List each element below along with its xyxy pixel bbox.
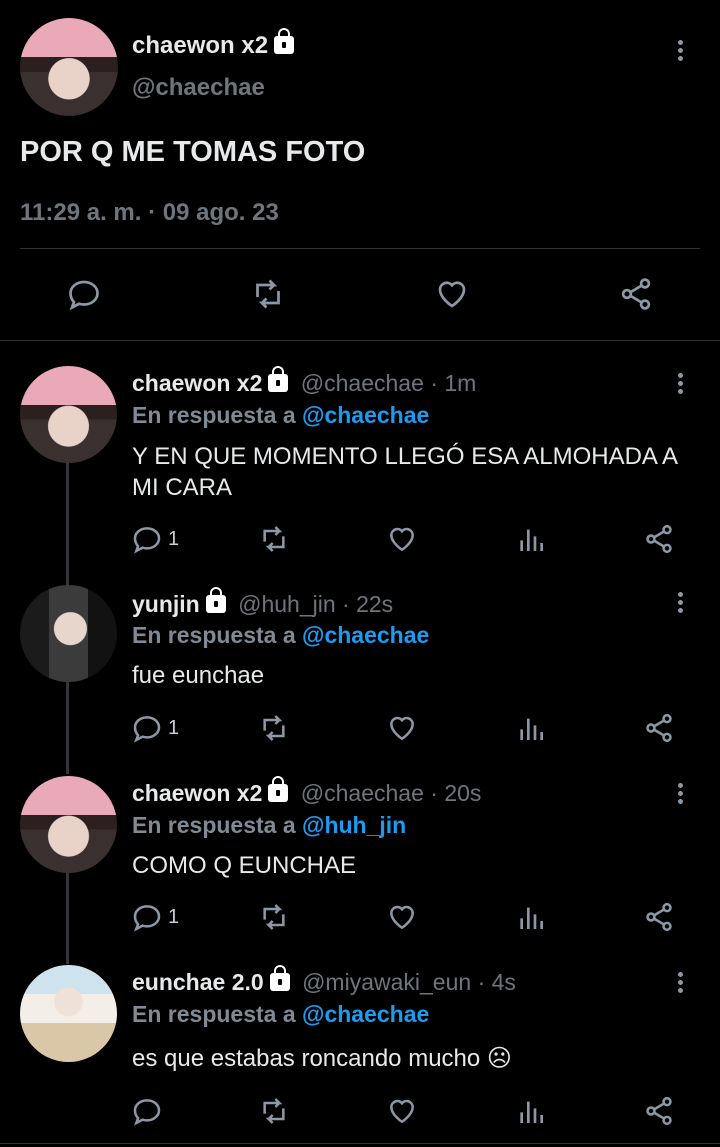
lock-icon <box>274 28 295 54</box>
reply-context: En respuesta a @huh_jin <box>132 812 407 838</box>
retweet-icon[interactable] <box>258 901 290 933</box>
tweet-time: · 20s <box>430 780 482 806</box>
reply-icon[interactable] <box>131 1095 163 1127</box>
user-handle[interactable]: @chaechae <box>301 370 424 396</box>
retweet-icon[interactable] <box>250 276 286 312</box>
share-icon[interactable] <box>643 712 675 744</box>
avatar[interactable] <box>20 18 118 116</box>
tweet-text: es que estabas roncando mucho ☹ <box>132 1045 512 1072</box>
display-name[interactable]: yunjin <box>132 591 200 617</box>
reply-icon[interactable] <box>131 901 163 933</box>
share-icon[interactable] <box>643 1095 675 1127</box>
reply-context: En respuesta a @chaechae <box>132 1001 430 1027</box>
reply-header: yunjin @huh_jin · 22s <box>132 587 394 618</box>
analytics-icon[interactable] <box>515 523 547 555</box>
reply-icon[interactable] <box>66 276 102 312</box>
like-icon[interactable] <box>434 276 470 312</box>
display-name[interactable]: eunchae 2.0 <box>132 969 264 995</box>
lock-icon <box>268 776 289 802</box>
user-handle[interactable]: @miyawaki_eun <box>302 969 471 995</box>
divider <box>0 340 720 341</box>
avatar[interactable] <box>20 776 117 873</box>
lock-icon <box>268 366 289 392</box>
like-icon[interactable] <box>386 712 418 744</box>
reply-tweet[interactable]: yunjin @huh_jin · 22s En respuesta a @ch… <box>0 585 720 760</box>
reply-context: En respuesta a @chaechae <box>132 622 430 648</box>
reply-header: eunchae 2.0 @miyawaki_eun · 4s <box>132 965 516 996</box>
lock-icon <box>205 587 226 613</box>
share-icon[interactable] <box>643 901 675 933</box>
reply-count: 1 <box>168 717 180 739</box>
more-icon[interactable] <box>671 970 691 996</box>
avatar[interactable] <box>20 585 117 682</box>
user-handle[interactable]: @chaechae <box>301 780 424 806</box>
divider <box>0 1143 720 1144</box>
share-icon[interactable] <box>643 523 675 555</box>
retweet-icon[interactable] <box>258 523 290 555</box>
reply-icon[interactable] <box>131 712 163 744</box>
tweet-time: · 4s <box>477 969 516 995</box>
display-name[interactable]: chaewon x2 <box>132 28 295 60</box>
retweet-icon[interactable] <box>258 712 290 744</box>
analytics-icon[interactable] <box>515 712 547 744</box>
user-handle[interactable]: @huh_jin <box>238 591 336 617</box>
reply-header: chaewon x2 @chaechae · 1m <box>132 366 477 397</box>
reply-count: 1 <box>168 528 180 550</box>
like-icon[interactable] <box>386 523 418 555</box>
mention-link[interactable]: @huh_jin <box>302 812 406 838</box>
more-icon[interactable] <box>671 371 691 397</box>
reply-header: chaewon x2 @chaechae · 20s <box>132 776 482 807</box>
more-icon[interactable] <box>671 38 691 64</box>
tweet-text: POR Q ME TOMAS FOTO <box>20 136 366 168</box>
avatar[interactable] <box>20 965 117 1062</box>
display-name[interactable]: chaewon x2 <box>132 370 262 396</box>
tweet-time: · 1m <box>430 370 477 396</box>
more-icon[interactable] <box>671 781 691 807</box>
tweet-text: fue eunchae <box>132 662 265 689</box>
tweet-time: · 22s <box>342 591 394 617</box>
tweet-timestamp[interactable]: 11:29 a. m. · 09 ago. 23 <box>20 199 279 227</box>
retweet-icon[interactable] <box>258 1095 290 1127</box>
reply-context: En respuesta a @chaechae <box>132 402 430 428</box>
main-tweet: chaewon x2 @chaechae POR Q ME TOMAS FOTO… <box>0 0 720 340</box>
mention-link[interactable]: @chaechae <box>302 1001 429 1027</box>
reply-tweet[interactable]: chaewon x2 @chaechae · 1m En respuesta a… <box>0 366 720 566</box>
like-icon[interactable] <box>386 901 418 933</box>
reply-icon[interactable] <box>131 523 163 555</box>
tweet-text: Y EN QUE MOMENTO LLEGÓ ESA ALMOHADA A MI… <box>132 443 677 501</box>
lock-icon <box>269 965 290 991</box>
reply-tweet[interactable]: chaewon x2 @chaechae · 20s En respuesta … <box>0 776 720 951</box>
display-name[interactable]: chaewon x2 <box>132 780 262 806</box>
mention-link[interactable]: @chaechae <box>302 622 429 648</box>
avatar[interactable] <box>20 366 117 463</box>
more-icon[interactable] <box>671 590 691 616</box>
divider <box>20 248 700 249</box>
reply-count: 1 <box>168 906 180 928</box>
tweet-text: COMO Q EUNCHAE <box>132 852 357 879</box>
reply-tweet[interactable]: eunchae 2.0 @miyawaki_eun · 4s En respue… <box>0 965 720 1140</box>
analytics-icon[interactable] <box>515 1095 547 1127</box>
like-icon[interactable] <box>386 1095 418 1127</box>
user-handle[interactable]: @chaechae <box>132 74 265 102</box>
analytics-icon[interactable] <box>515 901 547 933</box>
mention-link[interactable]: @chaechae <box>302 402 429 428</box>
share-icon[interactable] <box>618 276 654 312</box>
